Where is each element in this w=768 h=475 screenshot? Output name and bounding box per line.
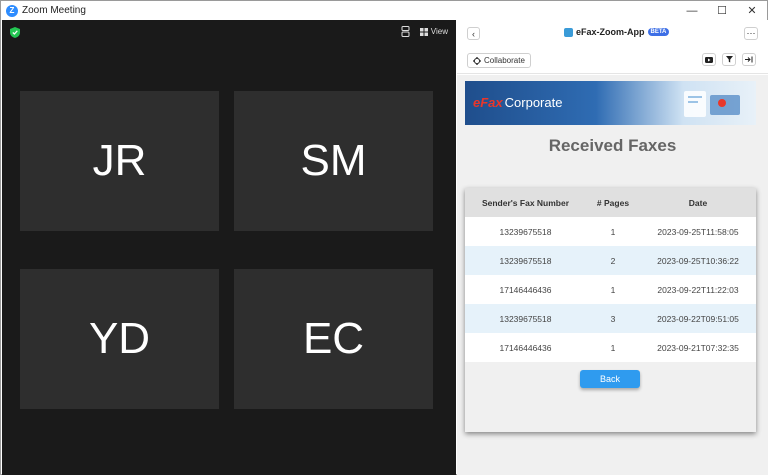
banner-illustration-icon — [684, 91, 740, 117]
fax-date: 2023-09-22T09:51:05 — [640, 304, 756, 333]
column-header: # Pages — [586, 188, 640, 217]
app-name: eFax-Zoom-App — [576, 27, 645, 37]
security-shield-icon[interactable] — [10, 27, 20, 38]
back-button[interactable]: Back — [580, 370, 640, 388]
page-title: Received Faxes — [548, 136, 677, 155]
zoom-logo-icon: Z — [6, 4, 18, 17]
sender-fax-number: 17146446436 — [465, 333, 586, 362]
column-header: Date — [640, 188, 756, 217]
window-controls: — ☐ ✕ — [677, 1, 767, 20]
table-row[interactable]: 13239675518 2 2023-09-25T10:36:22 — [465, 246, 756, 275]
sender-fax-number: 17146446436 — [465, 275, 586, 304]
page-count: 1 — [586, 333, 640, 362]
grid-icon — [419, 27, 428, 36]
participant-tile[interactable]: EC — [234, 269, 433, 409]
table-row[interactable]: 17146446436 1 2023-09-22T11:22:03 — [465, 275, 756, 304]
participant-initials: JR — [92, 136, 147, 185]
window-title: Zoom Meeting — [22, 5, 86, 16]
page-count: 3 — [586, 304, 640, 333]
participant-initials: SM — [300, 136, 367, 185]
meeting-area: View JR SM YD EC — [2, 20, 456, 475]
column-header: Sender's Fax Number — [465, 188, 586, 217]
efax-logo: eFax Corporate — [473, 95, 563, 110]
participant-tile[interactable]: JR — [20, 91, 219, 231]
panel-toolbar: Collaborate — [457, 48, 768, 74]
page-count: 1 — [586, 217, 640, 246]
app-side-panel: ‹ eFax-Zoom-App BETA ⋯ Collaborate eFax … — [457, 20, 768, 475]
table-header-row: Sender's Fax Number # Pages Date — [465, 188, 756, 217]
close-button[interactable]: ✕ — [737, 1, 767, 20]
fax-date: 2023-09-22T11:22:03 — [640, 275, 756, 304]
title-bar: Z Zoom Meeting — ☐ ✕ — [1, 1, 767, 20]
table-row[interactable]: 17146446436 1 2023-09-21T07:32:35 — [465, 333, 756, 362]
collaborate-label: Collaborate — [484, 56, 525, 65]
minimize-button[interactable]: — — [677, 1, 707, 20]
fax-date: 2023-09-21T07:32:35 — [640, 333, 756, 362]
maximize-button[interactable]: ☐ — [707, 1, 737, 20]
table-row[interactable]: 13239675518 1 2023-09-25T11:58:05 — [465, 217, 756, 246]
view-label: View — [430, 27, 448, 36]
app-title: eFax-Zoom-App BETA — [564, 27, 670, 37]
sender-fax-number: 13239675518 — [465, 246, 586, 275]
app-content: eFax Corporate Received Faxes Sender's F — [457, 75, 768, 475]
collaborate-button[interactable]: Collaborate — [467, 53, 531, 68]
beta-badge: BETA — [647, 28, 670, 36]
table-row[interactable]: 13239675518 3 2023-09-22T09:51:05 — [465, 304, 756, 333]
page-count: 1 — [586, 275, 640, 304]
toolbar-icons — [702, 53, 756, 66]
faxes-card: Sender's Fax Number # Pages Date 1323967… — [465, 188, 756, 432]
efax-app-icon — [564, 27, 573, 37]
efax-corporate-banner: eFax Corporate — [465, 81, 756, 125]
participant-tile[interactable]: SM — [234, 91, 433, 231]
sign-in-icon[interactable] — [742, 53, 756, 66]
page-count: 2 — [586, 246, 640, 275]
participant-initials: YD — [88, 314, 151, 363]
sender-fax-number: 13239675518 — [465, 304, 586, 333]
view-button[interactable]: View — [419, 27, 448, 36]
sender-fax-number: 13239675518 — [465, 217, 586, 246]
video-icon[interactable] — [702, 53, 716, 66]
zoom-window: Z Zoom Meeting — ☐ ✕ View JR SM YD EC ‹ … — [0, 0, 768, 475]
faxes-table: Sender's Fax Number # Pages Date 1323967… — [465, 188, 756, 362]
participant-tile[interactable]: YD — [20, 269, 219, 409]
fax-date: 2023-09-25T10:36:22 — [640, 246, 756, 275]
speaker-view-icon[interactable] — [401, 26, 410, 37]
fax-date: 2023-09-25T11:58:05 — [640, 217, 756, 246]
participant-initials: EC — [302, 314, 365, 363]
collaborate-icon — [473, 56, 481, 65]
panel-header: ‹ eFax-Zoom-App BETA ⋯ — [457, 20, 768, 48]
chevron-left-icon[interactable]: ‹ — [467, 27, 480, 40]
meeting-top-controls: View — [401, 26, 448, 37]
more-options-icon[interactable]: ⋯ — [744, 27, 758, 40]
filter-icon[interactable] — [722, 53, 736, 66]
